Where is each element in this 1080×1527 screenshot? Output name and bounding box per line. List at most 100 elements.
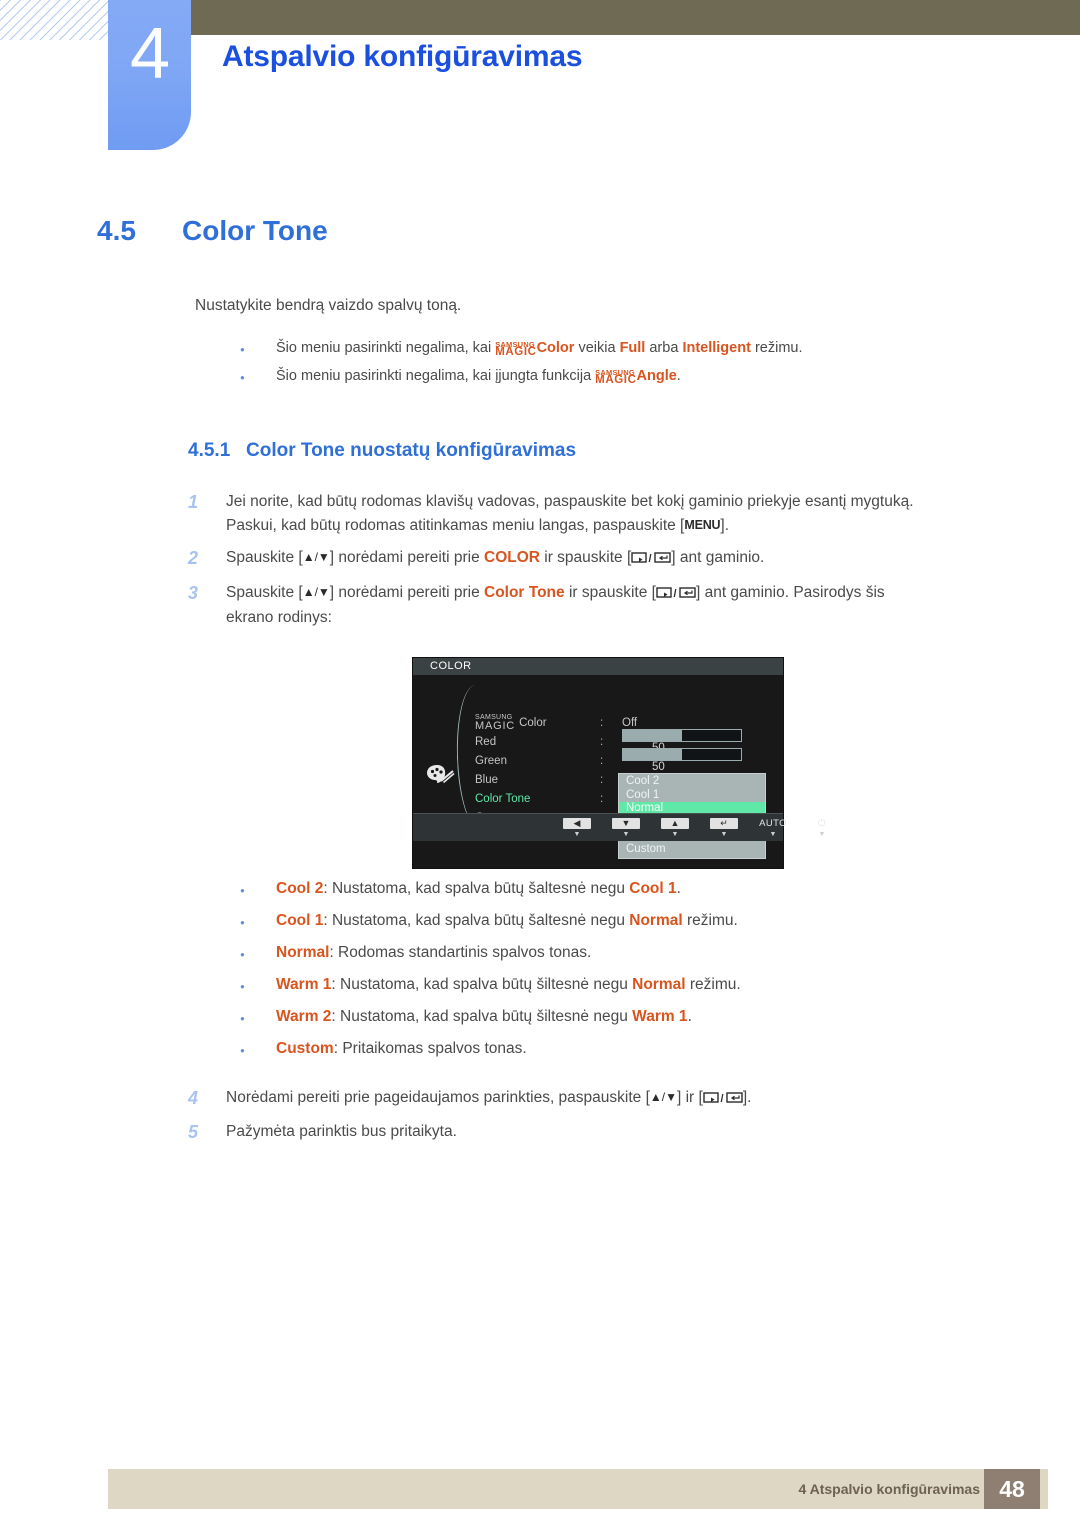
left-arrow-icon: ◀ (563, 818, 591, 829)
steps-list-end: 4 Norėdami pereiti prie pageidaujamos pa… (188, 1086, 1008, 1152)
list-item: 2 Spauskite [▲/▼] norėdami pereiti prie … (188, 546, 1008, 572)
key-up-arrow[interactable]: ▲ ▼ (661, 818, 689, 838)
list-item: Cool 1: Nustatoma, kad spalva būtų šalte… (240, 912, 1040, 930)
bullet-text: Warm 1: Nustatoma, kad spalva būtų šilte… (276, 976, 741, 993)
osd-label: Red (475, 735, 497, 748)
list-item: 5 Pažymėta parinktis bus pritaikyta. (188, 1120, 1008, 1144)
osd-colon: : (600, 716, 604, 729)
step-text: Pažymėta parinktis bus pritaikyta. (226, 1122, 457, 1140)
subsection-title: Color Tone nuostatų konfigūravimas (246, 440, 577, 461)
osd-title-bar: COLOR (413, 658, 783, 675)
osd-label: Color Tone (475, 792, 531, 805)
svg-text:/: / (673, 588, 676, 599)
key-marker-icon: ▼ (720, 831, 728, 838)
bullet-text: Šio meniu pasirinkti negalima, kai įjung… (276, 368, 681, 386)
bullet-dot-icon (240, 881, 276, 896)
dropdown-option-custom[interactable]: Custom (619, 843, 765, 857)
samsung-magic-logo: SAMSUNG MAGIC (475, 714, 516, 732)
osd-colon: : (600, 754, 604, 767)
section-title: Color Tone (182, 215, 328, 246)
bullet-dot-icon (240, 1041, 276, 1056)
key-marker-icon: ▼ (622, 831, 630, 838)
section-number: 4.5 (97, 215, 136, 246)
svg-text:/: / (720, 1093, 723, 1104)
samsung-magic-logo: SAMSUNG MAGIC (595, 368, 637, 386)
down-arrow-icon: ▼ (612, 818, 640, 829)
decorative-hatch-pattern (0, 0, 108, 40)
back-enter-key-icons: / (703, 1088, 743, 1112)
list-item: Šio meniu pasirinkti negalima, kai įjung… (240, 368, 1040, 387)
step-number: 2 (188, 548, 199, 569)
up-arrow-icon: ▲ (661, 818, 689, 829)
bullet-text: Warm 2: Nustatoma, kad spalva būtų šilte… (276, 1008, 692, 1025)
bullet-text: Cool 1: Nustatoma, kad spalva būtų šalte… (276, 912, 738, 929)
subsection-number: 4.5.1 (188, 440, 231, 461)
list-item: Šio meniu pasirinkti negalima, kai SAMSU… (240, 340, 1040, 359)
step-text: Spauskite [▲/▼] norėdami pereiti prie Co… (226, 583, 885, 627)
key-marker-icon: ▼ (769, 831, 777, 838)
chapter-number: 4 (129, 14, 170, 94)
bullet-dot-icon (240, 945, 276, 960)
osd-body: SAMSUNG MAGIC Color : Off Red : 50 (413, 675, 826, 859)
list-item: Custom: Pritaikomas spalvos tonas. (240, 1040, 1040, 1058)
green-value: 50 (652, 760, 665, 773)
key-enter[interactable]: ↵ ▼ (710, 818, 738, 838)
bullet-dot-icon (240, 368, 276, 383)
list-item: Warm 2: Nustatoma, kad spalva būtų šilte… (240, 1008, 1040, 1026)
chapter-tab: 4 (108, 0, 191, 150)
bullet-dot-icon (240, 977, 276, 992)
footer-chapter-text: 4 Atspalvio konfigūravimas (798, 1481, 980, 1497)
step-text: Jei norite, kad būtų rodomas klavišų vad… (226, 493, 914, 534)
list-item: 4 Norėdami pereiti prie pageidaujamos pa… (188, 1086, 1008, 1112)
top-bullet-list: Šio meniu pasirinkti negalima, kai SAMSU… (240, 340, 1040, 396)
page-number: 48 (984, 1469, 1040, 1509)
palette-icon (426, 763, 456, 787)
key-marker-icon: ▼ (818, 831, 826, 838)
back-enter-key-icons: / (656, 583, 696, 607)
osd-value: 50 (622, 747, 775, 773)
osd-label: Blue (475, 773, 499, 786)
red-slider[interactable] (622, 728, 742, 742)
osd-value: Off (622, 716, 638, 729)
key-left-arrow[interactable]: ◀ ▼ (563, 818, 591, 838)
osd-key-guide: ◀ ▼ ▼ ▼ ▲ ▼ ↵ ▼ AUTO ▼ ⏻ ▼ (563, 818, 836, 838)
updown-arrow-icon: ▲/▼ (649, 1090, 677, 1104)
bullet-dot-icon (240, 913, 276, 928)
section-heading: 4.5 Color Tone (97, 215, 328, 247)
key-marker-icon: ▼ (671, 831, 679, 838)
chapter-title: Atspalvio konfigūravimas (222, 40, 583, 73)
key-marker-icon: ▼ (573, 831, 581, 838)
key-auto[interactable]: AUTO ▼ (759, 818, 787, 838)
updown-arrow-icon: ▲/▼ (302, 584, 330, 599)
step-text: Norėdami pereiti prie pageidaujamos pari… (226, 1086, 1008, 1112)
enter-icon: ↵ (710, 818, 738, 829)
intro-paragraph: Nustatykite bendrą vaizdo spalvų toną. (195, 297, 462, 314)
bullet-text: Cool 2: Nustatoma, kad spalva būtų šalte… (276, 880, 681, 897)
key-down-arrow[interactable]: ▼ ▼ (612, 818, 640, 838)
dropdown-option-cool2[interactable]: Cool 2 (619, 775, 765, 789)
updown-arrow-icon: ▲/▼ (302, 550, 330, 565)
footer-bar: 4 Atspalvio konfigūravimas 48 (108, 1469, 1048, 1509)
menu-key-label: MENU (684, 517, 721, 532)
step-number: 3 (188, 582, 199, 603)
osd-row-green[interactable]: Green : 50 (475, 747, 775, 773)
steps-list: 1 Jei norite, kad būtų rodomas klavišų v… (188, 490, 1008, 639)
color-tone-options-list: Cool 2: Nustatoma, kad spalva būtų šalte… (240, 880, 1040, 1072)
dropdown-option-cool1[interactable]: Cool 1 (619, 789, 765, 803)
osd-label: SAMSUNG MAGIC Color (475, 714, 547, 732)
header-olive-bar (190, 0, 1080, 35)
osd-colon: : (600, 735, 604, 748)
step-number: 5 (188, 1121, 199, 1142)
bullet-dot-icon (240, 1009, 276, 1024)
key-power[interactable]: ⏻ ▼ (808, 818, 836, 838)
green-slider[interactable] (622, 747, 742, 761)
back-enter-key-icons: / (631, 548, 671, 572)
auto-label: AUTO (759, 818, 787, 829)
step-number: 1 (188, 492, 199, 512)
list-item: Warm 1: Nustatoma, kad spalva būtų šilte… (240, 976, 1040, 994)
list-item: Normal: Rodomas standartinis spalvos ton… (240, 944, 1040, 962)
svg-text:/: / (649, 553, 652, 564)
bullet-dot-icon (240, 340, 276, 355)
subsection-heading: 4.5.1 Color Tone nuostatų konfigūravimas (188, 440, 576, 462)
bullet-text: Custom: Pritaikomas spalvos tonas. (276, 1040, 527, 1057)
